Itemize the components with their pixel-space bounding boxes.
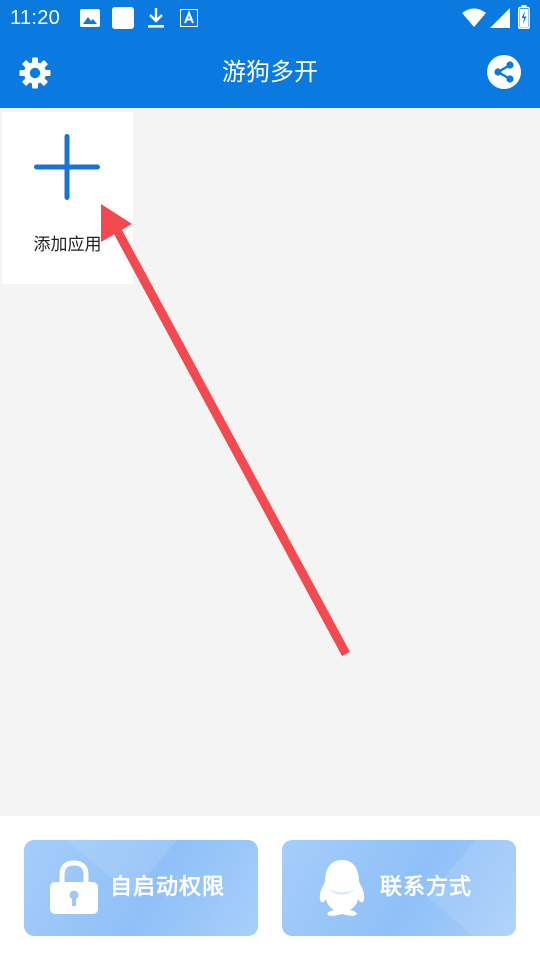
contact-button[interactable]: 联系方式	[282, 840, 516, 936]
status-time: 11:20	[10, 7, 61, 29]
page-title: 游狗多开	[222, 58, 318, 86]
status-bar: 11:20	[0, 0, 540, 36]
image-icon	[80, 9, 100, 27]
auto-start-permission-label: 自启动权限	[110, 875, 226, 900]
plus-icon	[34, 134, 100, 200]
font-a-icon	[180, 9, 198, 27]
download-icon	[148, 8, 164, 28]
qq-penguin-icon	[319, 860, 365, 916]
app-header: 游狗多开	[0, 36, 540, 108]
share-button[interactable]	[486, 54, 522, 90]
notification-square-icon	[112, 7, 134, 29]
add-app-tile[interactable]: 添加应用	[2, 112, 133, 284]
contact-label: 联系方式	[380, 875, 473, 900]
add-app-label: 添加应用	[33, 235, 102, 255]
signal-icon	[490, 8, 510, 28]
lock-icon	[50, 860, 98, 914]
battery-charging-icon	[518, 5, 530, 29]
app-list-area: 添加应用	[0, 108, 540, 816]
share-icon	[487, 55, 521, 89]
auto-start-permission-button[interactable]: 自启动权限	[24, 840, 258, 936]
wifi-icon	[462, 8, 486, 27]
bottom-bar: 自启动权限 联系方式	[0, 816, 540, 960]
